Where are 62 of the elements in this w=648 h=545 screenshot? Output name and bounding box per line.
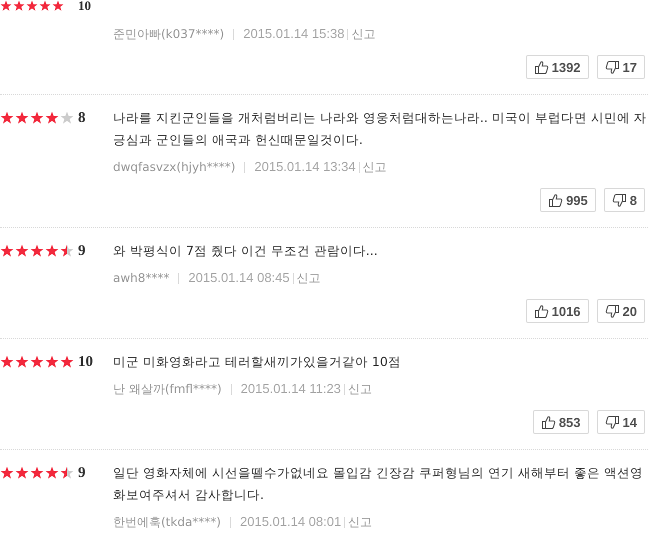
star-icon	[13, 0, 25, 12]
star-icon	[0, 111, 14, 125]
thumbs-up-icon	[540, 414, 556, 430]
thumbs-down-icon	[604, 414, 620, 430]
dislike-button[interactable]: 20	[596, 299, 645, 323]
star-icon	[39, 0, 51, 12]
star-icon	[52, 0, 64, 12]
review-date: 2015.01.14 08:45	[188, 269, 290, 287]
author: 준민아빠(k037****)	[113, 26, 224, 43]
star-icon	[45, 244, 59, 258]
star-icon	[60, 466, 74, 480]
star-icon	[0, 0, 12, 12]
star-icon	[0, 355, 14, 369]
review-date: 2015.01.14 13:34	[254, 158, 356, 176]
comment-line: 미군 미화영화라고 테러할새끼가있을거같아 10점	[113, 353, 401, 371]
like-button[interactable]: 853	[532, 410, 589, 434]
thumbs-up-icon	[534, 304, 549, 318]
star-icon	[60, 244, 74, 258]
like-button[interactable]: 995	[540, 188, 596, 212]
star-icon	[45, 355, 59, 369]
star-icon	[26, 0, 38, 12]
review-date: 2015.01.14 11:23	[240, 380, 341, 398]
star-icon	[30, 355, 44, 369]
star-icon	[15, 355, 29, 369]
dislike-button[interactable]: 14	[596, 410, 645, 434]
author: 한번에훅(tkda****)	[113, 514, 221, 531]
star-icon	[60, 355, 74, 369]
comment-line: 와 박평식이 7점 줬다 이건 무조건 관람이다...	[113, 242, 378, 260]
score: 10	[78, 0, 92, 12]
thumbs-up-icon	[534, 60, 549, 74]
thumbs-down-icon	[612, 192, 627, 208]
thumbs-down-icon	[604, 304, 620, 318]
star-icon	[30, 466, 44, 480]
star-icon	[30, 244, 44, 258]
star-icon	[30, 111, 44, 125]
comment-line: 나라를 지킨군인들을 개처럼버리는 나라와 영웅처럼대하는나라.. 미국이 부럽다면 시민에 자	[113, 109, 647, 127]
review-date: 2015.01.14 08:01	[240, 513, 342, 531]
review-date: 2015.01.14 15:38	[243, 25, 344, 43]
score: 8	[78, 109, 86, 128]
author: dwqfasvzx(hjyh****)	[113, 159, 236, 176]
star-icon	[45, 111, 59, 125]
comment-line: 화보여주셔서 감사합니다.	[113, 486, 265, 504]
dislike-button[interactable]: 17	[596, 55, 645, 79]
thumbs-up-icon	[548, 192, 564, 208]
comment-line: 일단 영화자체에 시선을뗄수가없네요 몰입감 긴장감 쿠퍼형님의 연기 새해부터 좋은 액션영	[113, 464, 643, 482]
comment-line: 긍심과 군인들의 애국과 헌신때문일것이다.	[113, 131, 364, 149]
author: awh8****	[113, 270, 170, 287]
score: 10	[78, 353, 94, 372]
star-icon	[15, 111, 29, 125]
score: 9	[78, 464, 86, 483]
like-button[interactable]: 1016	[526, 299, 589, 323]
star-icon	[15, 466, 29, 480]
star-icon	[45, 466, 59, 480]
star-icon	[0, 244, 14, 258]
star-icon	[60, 111, 74, 125]
thumbs-down-icon	[604, 60, 620, 74]
star-icon	[0, 466, 14, 480]
dislike-button[interactable]: 8	[604, 188, 645, 212]
star-icon	[15, 244, 29, 258]
score: 9	[78, 242, 86, 261]
like-button[interactable]: 1392	[526, 55, 589, 79]
author: 난 왜살까(fmfl****)	[113, 381, 222, 398]
